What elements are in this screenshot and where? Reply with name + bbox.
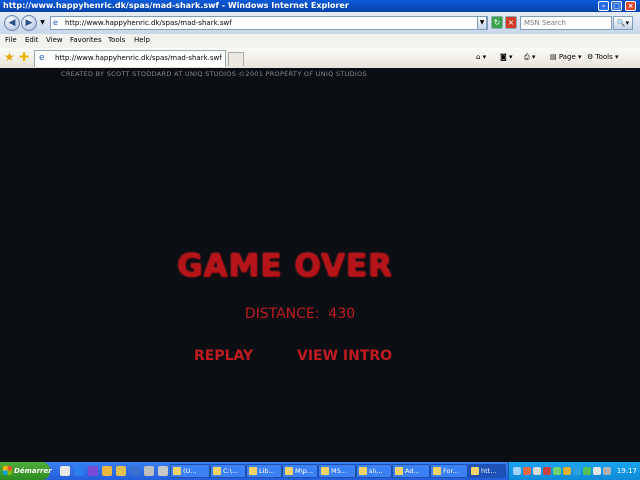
search-placeholder: MSN Search [524,19,566,27]
window-title: http://www.happyhenric.dk/spas/mad-shark… [3,1,349,10]
taskbar-item[interactable]: Lib... [246,464,282,478]
stop-button[interactable]: × [505,16,517,29]
taskbar-item[interactable]: For... [430,464,468,478]
menu-help[interactable]: Help [134,36,150,44]
app-quicklaunch-icon[interactable] [130,466,140,476]
distance-label: DISTANCE: [244,306,320,322]
search-input[interactable]: MSN Search [520,16,612,30]
folder-icon [285,467,293,475]
tab-toolbar: ★ ✚ e http://www.happyhenric.dk/spas/mad… [0,48,640,69]
new-tab-button[interactable] [228,52,244,66]
page-menu-label: Page [558,53,576,61]
feeds-icon[interactable]: ◙ ▾ [500,53,513,61]
menu-bar: File Edit View Favorites Tools Help [0,34,640,49]
tray-icon[interactable] [573,467,581,475]
taskbar-item-label: htt... [481,467,497,475]
tab-title: http://www.happyhenric.dk/spas/mad-shark… [55,54,222,62]
app3-quicklaunch-icon[interactable] [158,466,168,476]
view-intro-button[interactable]: VIEW INTRO [297,348,392,364]
back-button[interactable]: ◀ [4,15,20,31]
taskbar-item[interactable]: C:\... [210,464,246,478]
window-icon [321,467,329,475]
taskbar-item[interactable]: MS... [318,464,356,478]
tray-icon[interactable] [593,467,601,475]
taskbar-item-label: M\p... [295,467,314,475]
tools-menu-label: Tools [595,53,613,61]
clock: 19:17 [616,467,637,475]
windows-logo-icon [3,466,12,475]
ie-quicklaunch-icon[interactable] [74,466,84,476]
favorites-star-icon[interactable]: ★ [4,51,15,63]
tools-menu[interactable]: ⚙ Tools ▾ [587,53,619,61]
distance-readout: DISTANCE: 430 [200,306,400,322]
taskbar: Démarrer (U... C:\... Lib... M\p... MS..… [0,462,640,480]
system-tray: 19:17 [508,462,640,480]
folder-quicklaunch-icon[interactable] [116,466,126,476]
ie-tab-icon: e [39,53,45,63]
page-menu[interactable]: ▤ Page ▾ [550,53,582,61]
explorer-quicklaunch-icon[interactable] [102,466,112,476]
game-over-title: GAME OVER [177,248,393,284]
window-icon [433,467,441,475]
minimize-button[interactable]: – [598,1,609,11]
taskbar-item-label: Ad... [405,467,420,475]
tray-icon[interactable] [543,467,551,475]
volume-icon[interactable] [603,467,611,475]
taskbar-item-label: si\... [369,467,383,475]
start-label: Démarrer [14,467,52,475]
navigation-bar: ◀ ▶ ▼ e http://www.happyhenric.dk/spas/m… [0,12,640,34]
ie-icon [249,467,257,475]
menu-file[interactable]: File [5,36,17,44]
taskbar-item[interactable]: si\... [356,464,392,478]
maximize-button[interactable]: □ [611,1,622,11]
folder-icon [213,467,221,475]
taskbar-item-label: (U... [183,467,197,475]
replay-button[interactable]: REPLAY [194,348,253,364]
menu-view[interactable]: View [46,36,63,44]
start-button[interactable]: Démarrer [0,462,52,480]
taskbar-item-label: Lib... [259,467,275,475]
taskbar-item-label: MS... [331,467,347,475]
home-icon[interactable]: ⌂ ▾ [476,53,486,61]
menu-favorites[interactable]: Favorites [70,36,102,44]
media-quicklaunch-icon[interactable] [88,466,98,476]
menu-tools[interactable]: Tools [108,36,125,44]
search-button[interactable]: 🔍▾ [613,16,633,30]
folder-icon [359,467,367,475]
taskbar-item-label: For... [443,467,459,475]
forward-button[interactable]: ▶ [21,15,37,31]
window-icon [395,467,403,475]
taskbar-item[interactable]: Ad... [392,464,430,478]
tray-icon[interactable] [583,467,591,475]
tray-icon[interactable] [513,467,521,475]
taskbar-item-label: C:\... [223,467,239,475]
app2-quicklaunch-icon[interactable] [144,466,154,476]
address-input[interactable]: e http://www.happyhenric.dk/spas/mad-sha… [50,16,488,30]
flash-game-area[interactable]: CREATED BY SCOTT STODDARD AT UNIQ STUDIO… [0,68,640,462]
address-url: http://www.happyhenric.dk/spas/mad-shark… [65,19,232,27]
game-credit: CREATED BY SCOTT STODDARD AT UNIQ STUDIO… [61,70,367,78]
taskbar-item-active[interactable]: htt... [468,464,506,478]
tab-current[interactable]: e http://www.happyhenric.dk/spas/mad-sha… [34,50,226,67]
add-favorite-icon[interactable]: ✚ [19,51,29,63]
history-dropdown[interactable]: ▼ [38,17,47,29]
distance-value: 430 [328,306,356,322]
taskbar-item[interactable]: (U... [170,464,210,478]
tray-icon[interactable] [553,467,561,475]
tray-icon[interactable] [563,467,571,475]
print-icon[interactable]: ⎙ ▾ [524,53,535,62]
ie-page-icon: e [53,18,58,27]
menu-edit[interactable]: Edit [25,36,39,44]
ie-icon [471,467,479,475]
window-titlebar[interactable]: http://www.happyhenric.dk/spas/mad-shark… [0,0,640,12]
close-button[interactable]: × [625,1,636,11]
taskbar-item[interactable]: M\p... [282,464,318,478]
show-desktop-icon[interactable] [60,466,70,476]
refresh-button[interactable]: ↻ [491,16,503,29]
window-icon [173,467,181,475]
address-dropdown[interactable]: ▼ [477,16,487,30]
tray-icon[interactable] [523,467,531,475]
tray-icon[interactable] [533,467,541,475]
